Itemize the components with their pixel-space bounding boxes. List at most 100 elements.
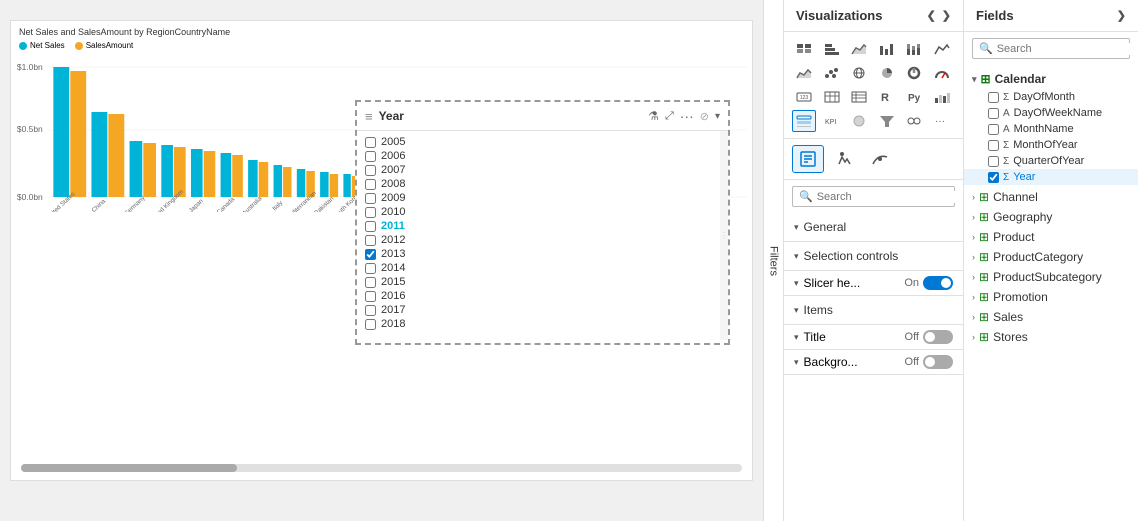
- viz-tab-paint[interactable]: [828, 145, 860, 173]
- fields-nav-next[interactable]: ❯: [1117, 9, 1126, 22]
- viz-icon-map[interactable]: [847, 62, 871, 84]
- year-2016-checkbox[interactable]: [365, 291, 376, 302]
- viz-icon-column[interactable]: [875, 38, 899, 60]
- viz-icon-slicer[interactable]: [792, 110, 816, 132]
- year-2018[interactable]: 2018: [365, 317, 712, 331]
- viz-icon-scatter[interactable]: [820, 62, 844, 84]
- field-year[interactable]: Σ Year: [964, 169, 1138, 185]
- viz-background-toggle-switch[interactable]: [923, 355, 953, 369]
- field-dayofweekname-checkbox[interactable]: [988, 108, 999, 119]
- viz-icon-card[interactable]: 123: [792, 86, 816, 108]
- year-2013[interactable]: 2013: [365, 247, 712, 261]
- slicer-more-icon[interactable]: ···: [680, 108, 694, 124]
- field-group-sales[interactable]: › ⊞ Sales: [964, 307, 1138, 327]
- viz-section-items-header[interactable]: ▾ Items: [784, 296, 963, 324]
- viz-title-toggle[interactable]: Off: [905, 330, 953, 344]
- viz-section-selection-header[interactable]: ▾ Selection controls: [784, 242, 963, 270]
- field-group-product[interactable]: › ⊞ Product: [964, 227, 1138, 247]
- viz-icon-matrix[interactable]: [847, 86, 871, 108]
- year-2013-checkbox[interactable]: [365, 249, 376, 260]
- productsubcategory-table-icon: ⊞: [979, 270, 989, 284]
- year-2017-checkbox[interactable]: [365, 305, 376, 316]
- viz-slicer-header-toggle[interactable]: On: [904, 276, 953, 290]
- viz-slicer-header-toggle-switch[interactable]: [923, 276, 953, 290]
- field-quarterofyear[interactable]: Σ QuarterOfYear: [964, 153, 1138, 169]
- viz-icon-filled-map[interactable]: [847, 110, 871, 132]
- viz-icon-more-visuals[interactable]: ···: [930, 110, 954, 132]
- field-group-calendar-header[interactable]: ▾ ⊞ Calendar: [964, 69, 1138, 89]
- field-year-checkbox[interactable]: [988, 172, 999, 183]
- viz-icon-stacked-bar[interactable]: [792, 38, 816, 60]
- viz-icon-line[interactable]: [930, 38, 954, 60]
- year-2014[interactable]: 2014: [365, 261, 712, 275]
- year-2010[interactable]: 2010: [365, 205, 712, 219]
- field-dayofmonth[interactable]: Σ DayOfMonth: [964, 89, 1138, 105]
- year-2010-checkbox[interactable]: [365, 207, 376, 218]
- slicer-filter-icon[interactable]: ⚗: [648, 109, 659, 123]
- year-2008-checkbox[interactable]: [365, 179, 376, 190]
- field-group-productcategory[interactable]: › ⊞ ProductCategory: [964, 247, 1138, 267]
- year-2005-checkbox[interactable]: [365, 137, 376, 148]
- fields-search-input[interactable]: [997, 43, 1138, 55]
- year-2012[interactable]: 2012: [365, 233, 712, 247]
- year-2018-checkbox[interactable]: [365, 319, 376, 330]
- year-2011-checkbox[interactable]: [365, 221, 376, 232]
- viz-icon-r-script[interactable]: R: [875, 86, 899, 108]
- year-2007-checkbox[interactable]: [365, 165, 376, 176]
- viz-nav-next[interactable]: ❯: [942, 9, 951, 22]
- year-2011[interactable]: 2011: [365, 219, 712, 233]
- filters-panel[interactable]: Filters: [763, 0, 783, 521]
- viz-title-toggle-switch[interactable]: [923, 330, 953, 344]
- viz-icon-table[interactable]: [820, 86, 844, 108]
- viz-tab-analytics[interactable]: [864, 145, 896, 173]
- year-2009-checkbox[interactable]: [365, 193, 376, 204]
- year-2005[interactable]: 2005: [365, 135, 712, 149]
- viz-icon-python[interactable]: Py: [902, 86, 926, 108]
- viz-nav-prev[interactable]: ❮: [927, 9, 936, 22]
- viz-background-toggle[interactable]: Off: [905, 355, 953, 369]
- year-2015-checkbox[interactable]: [365, 277, 376, 288]
- viz-icon-gauge[interactable]: [930, 62, 954, 84]
- field-monthname[interactable]: A MonthName: [964, 121, 1138, 137]
- field-group-productsubcategory[interactable]: › ⊞ ProductSubcategory: [964, 267, 1138, 287]
- year-2012-checkbox[interactable]: [365, 235, 376, 246]
- year-2007[interactable]: 2007: [365, 163, 712, 177]
- viz-icon-donut[interactable]: [902, 62, 926, 84]
- field-group-promotion[interactable]: › ⊞ Promotion: [964, 287, 1138, 307]
- viz-icon-kpi[interactable]: KPI: [820, 110, 844, 132]
- field-group-geography[interactable]: › ⊞ Geography: [964, 207, 1138, 227]
- viz-icon-pie[interactable]: [875, 62, 899, 84]
- year-2006-checkbox[interactable]: [365, 151, 376, 162]
- field-dayofmonth-checkbox[interactable]: [988, 92, 999, 103]
- viz-icon-area[interactable]: [847, 38, 871, 60]
- field-dayofweekname[interactable]: A DayOfWeekName: [964, 105, 1138, 121]
- chart-scrollbar[interactable]: [21, 464, 742, 472]
- slicer-clear-icon[interactable]: ⊘: [700, 110, 709, 123]
- year-2008[interactable]: 2008: [365, 177, 712, 191]
- viz-icon-bar[interactable]: [820, 38, 844, 60]
- field-group-channel[interactable]: › ⊞ Channel: [964, 187, 1138, 207]
- field-group-stores[interactable]: › ⊞ Stores: [964, 327, 1138, 347]
- year-2016[interactable]: 2016: [365, 289, 712, 303]
- viz-icon-stacked-column[interactable]: [902, 38, 926, 60]
- field-monthname-checkbox[interactable]: [988, 124, 999, 135]
- year-2006[interactable]: 2006: [365, 149, 712, 163]
- viz-icon-funnel[interactable]: [875, 110, 899, 132]
- year-2017[interactable]: 2017: [365, 303, 712, 317]
- viz-icon-waterfall[interactable]: [930, 86, 954, 108]
- chart-scrollbar-thumb[interactable]: [21, 464, 237, 472]
- viz-icon-area2[interactable]: [792, 62, 816, 84]
- slicer-chevron-icon[interactable]: ▾: [715, 111, 720, 122]
- year-2015[interactable]: 2015: [365, 275, 712, 289]
- slicer-expand-icon[interactable]: ⤢: [665, 110, 674, 123]
- viz-section-general-header[interactable]: ▾ General: [784, 213, 963, 241]
- viz-tab-format[interactable]: [792, 145, 824, 173]
- field-quarterofyear-checkbox[interactable]: [988, 156, 999, 167]
- year-2014-checkbox[interactable]: [365, 263, 376, 274]
- field-monthofyear[interactable]: Σ MonthOfYear: [964, 137, 1138, 153]
- viz-search-input[interactable]: [817, 191, 959, 203]
- slicer-resize-handle[interactable]: ⋮: [720, 131, 728, 340]
- field-monthofyear-checkbox[interactable]: [988, 140, 999, 151]
- year-2009[interactable]: 2009: [365, 191, 712, 205]
- viz-icon-custom[interactable]: [902, 110, 926, 132]
